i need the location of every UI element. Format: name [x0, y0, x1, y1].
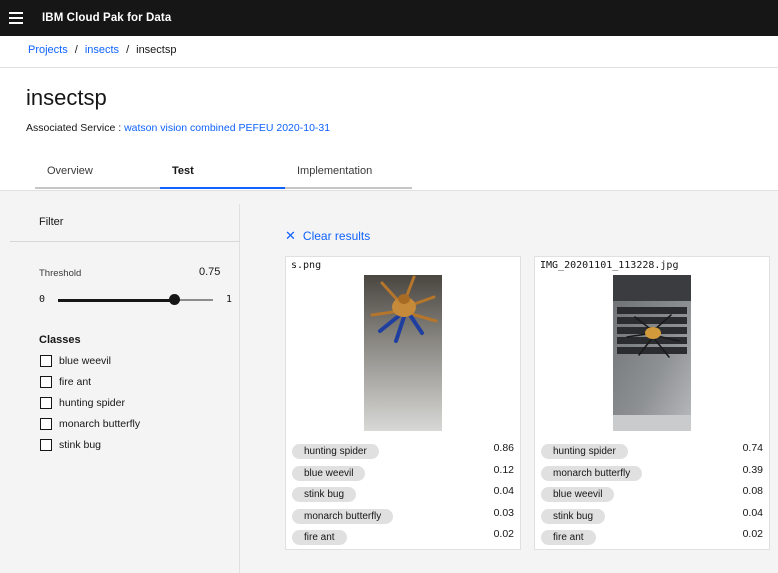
tab-list: Overview Test Implementation — [35, 155, 412, 191]
prediction-row: monarch butterfly 0.39 — [541, 464, 763, 486]
class-checkbox-fire-ant[interactable]: fire ant — [40, 371, 140, 392]
confidence-score: 0.86 — [493, 442, 514, 454]
class-label: blue weevil — [59, 354, 111, 367]
confidence-score: 0.04 — [493, 485, 514, 497]
class-checkbox-blue-weevil[interactable]: blue weevil — [40, 350, 140, 371]
filter-panel: Filter Threshold 0.75 0 1 Classes blue w… — [0, 204, 240, 573]
image-filename: s.png — [291, 260, 322, 271]
checkbox[interactable] — [40, 375, 52, 388]
prediction-row: blue weevil 0.12 — [292, 464, 514, 486]
app-title: IBM Cloud Pak for Data — [42, 12, 172, 24]
slider-fill — [58, 298, 175, 302]
filter-divider — [10, 241, 240, 242]
class-tag: hunting spider — [541, 444, 628, 459]
class-label: stink bug — [59, 438, 102, 451]
class-tag: stink bug — [541, 508, 606, 524]
top-navigation-bar: IBM Cloud Pak for Data — [0, 0, 778, 36]
class-checkbox-hunting-spider[interactable]: hunting spider — [40, 392, 140, 413]
prediction-row: fire ant 0.02 — [541, 528, 763, 550]
confidence-score: 0.03 — [493, 506, 514, 519]
close-icon: ✕ — [285, 228, 296, 243]
prediction-row: stink bug 0.04 — [541, 507, 763, 529]
page-header: Projects / insects / insectsp insectsp A… — [0, 36, 778, 191]
classes-heading: Classes — [39, 334, 81, 346]
checkbox[interactable] — [40, 396, 52, 409]
confidence-score: 0.08 — [742, 485, 763, 497]
confidence-score: 0.74 — [742, 442, 763, 454]
prediction-row: hunting spider 0.86 — [292, 442, 514, 464]
checkbox[interactable] — [40, 417, 52, 430]
confidence-score: 0.12 — [493, 463, 514, 476]
class-tag: monarch butterfly — [292, 508, 394, 524]
class-label: monarch butterfly — [59, 417, 141, 430]
associated-service-label: Associated Service : — [26, 122, 122, 134]
prediction-list: hunting spider 0.74 monarch butterfly 0.39… — [541, 442, 763, 550]
filter-heading: Filter — [39, 216, 64, 228]
confidence-score: 0.02 — [742, 528, 763, 540]
breadcrumb: Projects / insects / insectsp — [28, 44, 176, 56]
test-image-thumbnail — [364, 275, 442, 431]
class-checkbox-stink-bug[interactable]: stink bug — [40, 434, 140, 455]
breadcrumb-separator: / — [126, 44, 130, 56]
class-tag: fire ant — [541, 530, 596, 545]
tab-implementation[interactable]: Implementation — [285, 155, 412, 189]
prediction-row: monarch butterfly 0.03 — [292, 507, 514, 529]
class-tag: monarch butterfly — [541, 465, 643, 481]
class-label: fire ant — [59, 375, 92, 388]
slider-thumb[interactable] — [168, 294, 180, 305]
prediction-row: fire ant 0.02 — [292, 528, 514, 550]
breadcrumb-current: insectsp — [136, 44, 177, 56]
test-image-thumbnail — [613, 275, 691, 431]
class-label: hunting spider — [59, 396, 125, 409]
threshold-label: Threshold — [39, 268, 82, 279]
checkbox[interactable] — [40, 354, 52, 367]
confidence-score: 0.02 — [493, 528, 514, 540]
class-tag: blue weevil — [292, 465, 366, 481]
threshold-value: 0.75 — [199, 266, 221, 278]
class-tag: hunting spider — [292, 444, 379, 459]
class-tag: blue weevil — [541, 487, 615, 502]
class-tag: stink bug — [292, 487, 357, 502]
slider-max-label: 1 — [226, 294, 233, 305]
hamburger-menu-icon[interactable] — [9, 12, 23, 24]
slider-min-label: 0 — [39, 294, 46, 305]
class-tag: fire ant — [292, 530, 347, 545]
breadcrumb-divider — [0, 67, 778, 68]
breadcrumb-insects[interactable]: insects — [85, 44, 119, 56]
clear-results-button[interactable]: ✕ Clear results — [285, 228, 370, 244]
clear-results-label: Clear results — [302, 229, 371, 243]
confidence-score: 0.04 — [742, 506, 763, 519]
tab-overview[interactable]: Overview — [35, 155, 160, 189]
class-checkbox-monarch-butterfly[interactable]: monarch butterfly — [40, 413, 140, 434]
checkbox[interactable] — [40, 438, 52, 451]
result-card: IMG_20201101_113228.jpg hunting spider 0.… — [534, 256, 770, 550]
prediction-row: hunting spider 0.74 — [541, 442, 763, 464]
class-checkbox-list: blue weevil fire ant hunting spider mona… — [40, 350, 140, 455]
prediction-row: blue weevil 0.08 — [541, 485, 763, 507]
threshold-slider[interactable] — [58, 294, 213, 305]
associated-service: Associated Service : watson vision combi… — [26, 122, 330, 134]
page-title: insectsp — [26, 85, 107, 110]
breadcrumb-separator: / — [74, 44, 78, 56]
tab-test[interactable]: Test — [160, 155, 285, 189]
result-card: s.png hunting spider 0.86 blue weevil 0.12… — [285, 256, 521, 550]
associated-service-link[interactable]: watson vision combined PEFEU 2020-10-31 — [124, 122, 330, 134]
confidence-score: 0.39 — [742, 463, 763, 476]
image-filename: IMG_20201101_113228.jpg — [540, 260, 679, 271]
prediction-row: stink bug 0.04 — [292, 485, 514, 507]
prediction-list: hunting spider 0.86 blue weevil 0.12 stink… — [292, 442, 514, 550]
breadcrumb-projects[interactable]: Projects — [28, 44, 68, 56]
